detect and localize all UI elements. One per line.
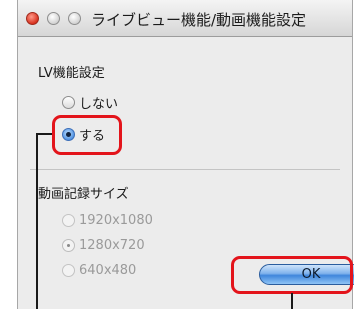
lv-settings-label: LV機能設定 <box>38 66 105 81</box>
radio-size-640x480-label: 640x480 <box>79 263 137 278</box>
callout-ok-button <box>231 256 353 294</box>
radio-button-selected-icon[interactable] <box>62 239 75 252</box>
radio-size-1280x720-label: 1280x720 <box>79 238 145 253</box>
radio-lv-disable[interactable]: しない <box>62 93 118 112</box>
leader-line-enable-horizontal <box>36 133 52 135</box>
callout-enable-option <box>52 115 122 155</box>
radio-size-1920x1080[interactable]: 1920x1080 <box>62 213 153 228</box>
leader-line-ok-vertical <box>291 293 293 309</box>
radio-button-icon[interactable] <box>62 264 75 277</box>
movie-size-label: 動画記録サイズ <box>38 187 129 202</box>
window-title: ライブビュー機能/動画機能設定 <box>91 11 307 29</box>
leader-line-enable-vertical <box>36 133 38 309</box>
title-bar: ライブビュー機能/動画機能設定 <box>18 0 352 37</box>
section-divider <box>30 169 340 170</box>
minimize-window-icon[interactable] <box>47 12 60 25</box>
radio-size-640x480[interactable]: 640x480 <box>62 263 136 278</box>
radio-button-icon[interactable] <box>62 96 75 109</box>
radio-button-icon[interactable] <box>62 214 75 227</box>
radio-size-1280x720[interactable]: 1280x720 <box>62 238 145 253</box>
close-window-icon[interactable] <box>26 12 39 25</box>
radio-size-1920x1080-label: 1920x1080 <box>79 213 153 228</box>
radio-lv-disable-label: しない <box>79 97 119 112</box>
zoom-window-icon[interactable] <box>68 12 81 25</box>
